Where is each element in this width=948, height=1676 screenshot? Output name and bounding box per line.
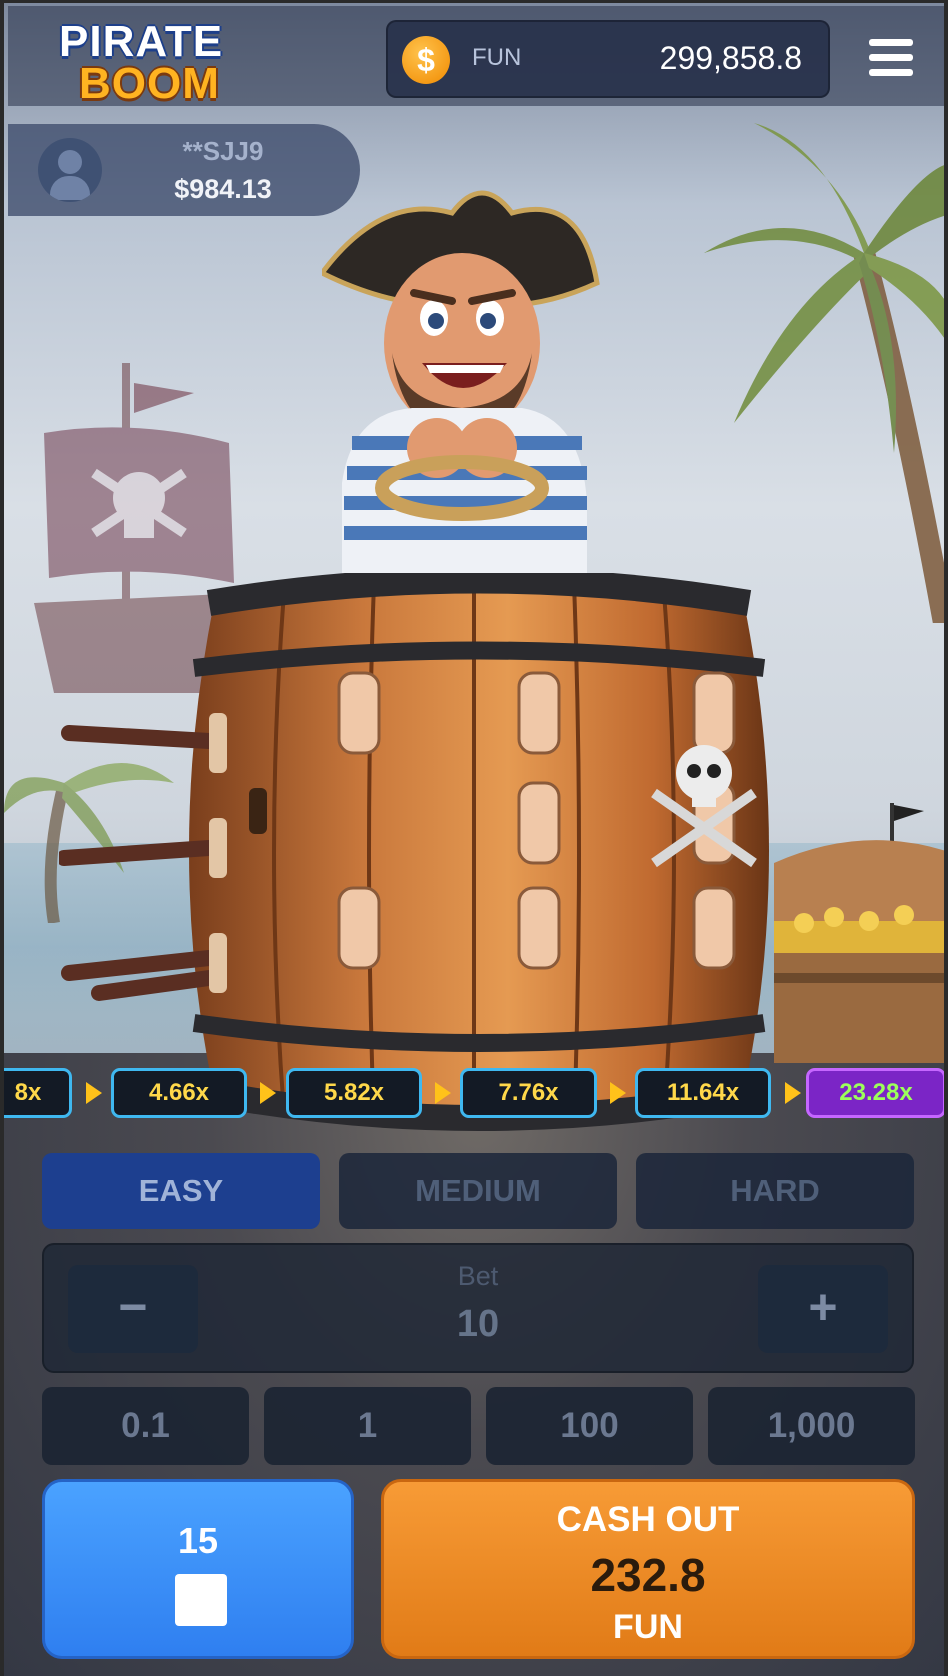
cash-out-button[interactable]: CASH OUT 232.8 FUN — [381, 1479, 915, 1659]
quick-bet-button[interactable]: 1 — [264, 1387, 471, 1465]
multiplier-step: 7.76x — [460, 1068, 597, 1118]
pirate-character-image — [322, 190, 600, 583]
menu-line — [869, 69, 913, 76]
bet-increase-button[interactable]: + — [758, 1265, 888, 1353]
multiplier-step-highlighted: 23.28x — [806, 1068, 944, 1118]
treasure-chest-image — [774, 803, 944, 1063]
auto-play-button[interactable]: 15 — [42, 1479, 354, 1659]
difficulty-medium-button[interactable]: MEDIUM — [339, 1153, 617, 1229]
auto-count: 15 — [177, 1520, 219, 1561]
multiplier-strip: 8x 4.66x 5.82x 7.76x 11.64x 23.28x — [4, 1068, 944, 1120]
currency-label: FUN — [472, 44, 522, 71]
difficulty-hard-button[interactable]: HARD — [636, 1153, 914, 1229]
arrow-right-icon — [785, 1082, 801, 1104]
cash-out-amount: 232.8 — [590, 1549, 706, 1601]
logo-text-bottom: BOOM — [79, 59, 220, 108]
menu-line — [869, 39, 913, 46]
coin-icon: $ — [402, 36, 450, 84]
avatar-icon — [38, 138, 102, 202]
menu-icon[interactable] — [869, 39, 913, 79]
quick-bet-button[interactable]: 0.1 — [42, 1387, 249, 1465]
arrow-right-icon — [260, 1082, 276, 1104]
player-amount: $984.13 — [174, 174, 272, 204]
quick-bet-button[interactable]: 1,000 — [708, 1387, 915, 1465]
cash-out-currency: FUN — [613, 1608, 683, 1646]
difficulty-easy-button[interactable]: EASY — [42, 1153, 320, 1229]
game-frame: PIRATE BOOM $ FUN 299,858.8 **SJJ9 $984.… — [0, 0, 948, 1676]
multiplier-step: 4.66x — [111, 1068, 247, 1118]
quick-bet-button[interactable]: 100 — [486, 1387, 693, 1465]
player-name: **SJJ9 — [182, 136, 264, 166]
arrow-right-icon — [435, 1082, 451, 1104]
barrel-image — [189, 573, 769, 1131]
balance-display: $ FUN 299,858.8 — [386, 20, 830, 98]
menu-line — [869, 54, 913, 61]
arrow-right-icon — [610, 1082, 626, 1104]
bet-control: − Bet 10 + — [42, 1243, 914, 1373]
game-logo: PIRATE BOOM — [59, 17, 234, 108]
multiplier-step: 5.82x — [286, 1068, 422, 1118]
palm-tree-image — [704, 123, 944, 623]
multiplier-step: 8x — [4, 1068, 72, 1118]
swords-image — [59, 713, 227, 1001]
multiplier-step: 11.64x — [635, 1068, 771, 1118]
balance-amount: 299,858.8 — [659, 40, 802, 76]
stop-icon — [175, 1574, 227, 1626]
arrow-right-icon — [86, 1082, 102, 1104]
player-chip: **SJJ9 $984.13 — [8, 124, 360, 216]
cash-out-label: CASH OUT — [556, 1500, 740, 1539]
